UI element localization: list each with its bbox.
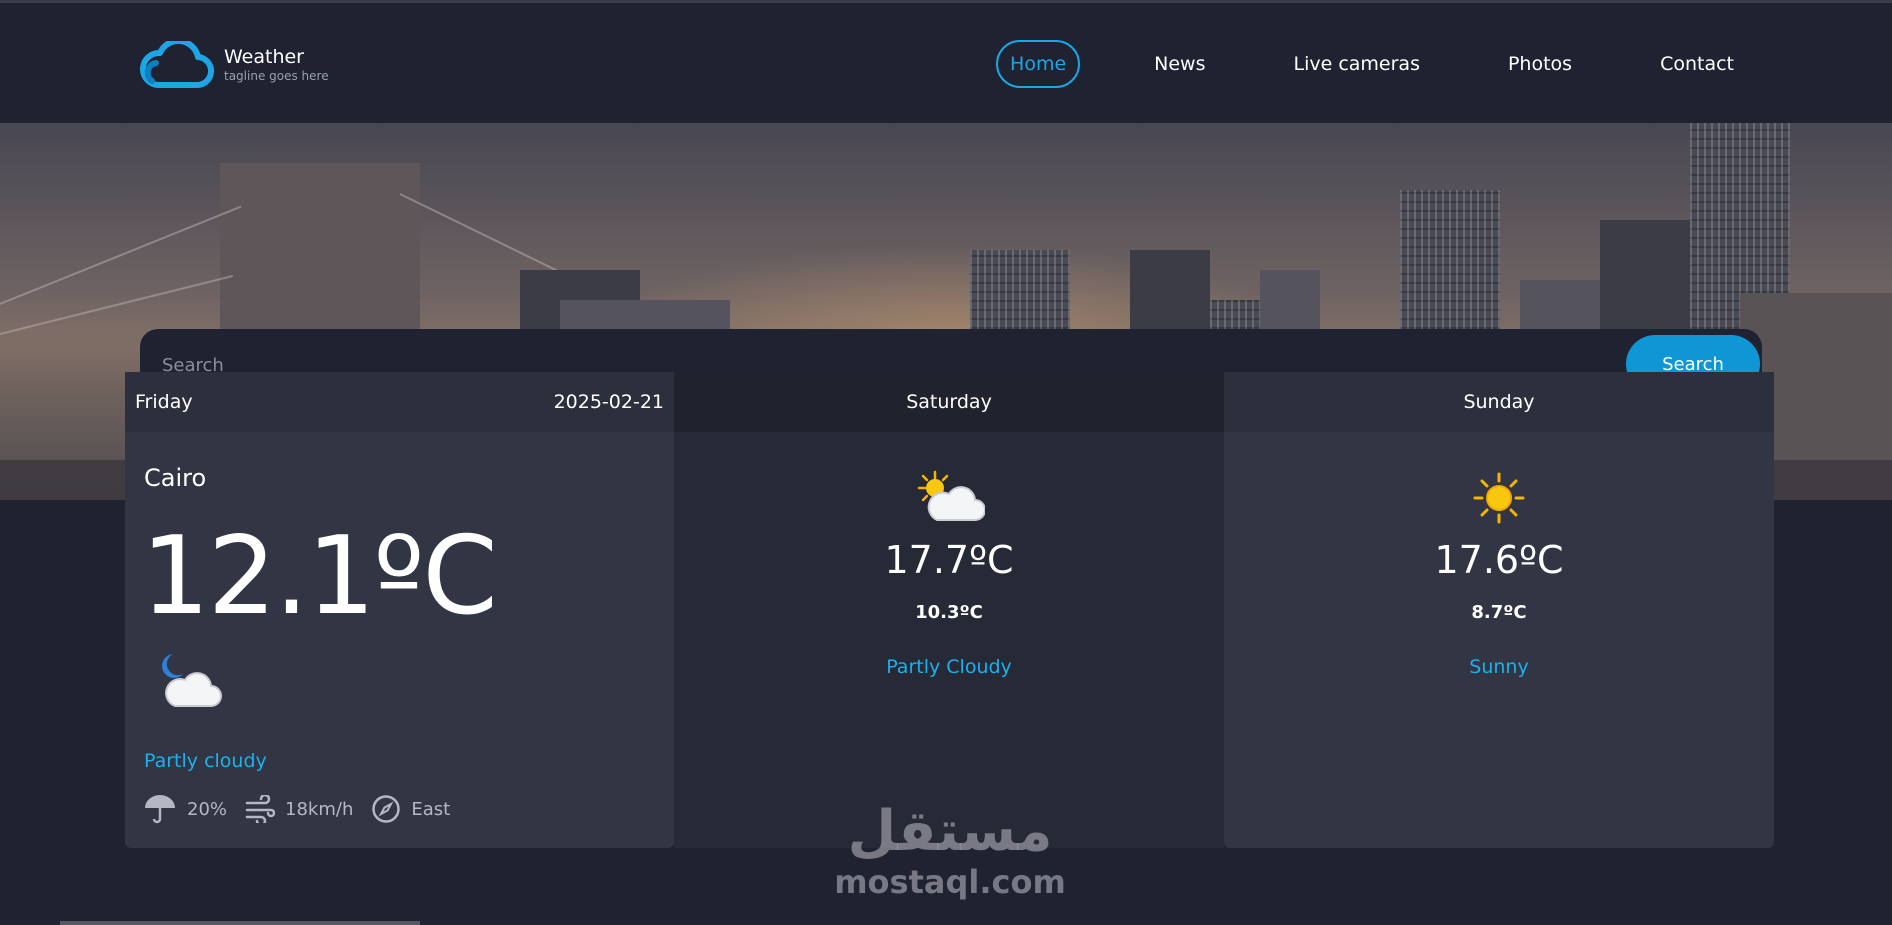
precipitation-stat: 20% (143, 794, 227, 824)
nav-photos[interactable]: Photos (1494, 40, 1586, 88)
forecast-min-temp: 10.3ºC (915, 602, 983, 623)
forecast-max-temp: 17.7ºC (884, 538, 1014, 582)
sun-icon (1473, 472, 1525, 524)
today-date: 2025-02-21 (553, 391, 664, 413)
forecast-condition: Partly Cloudy (886, 656, 1012, 678)
forecast-day-label: Sunday (1224, 372, 1774, 432)
forecast-min-temp: 8.7ºC (1471, 602, 1527, 623)
forecast-day-label: Saturday (674, 372, 1224, 432)
moon-cloud-icon (153, 650, 225, 718)
current-temperature: 12.1ºC (141, 514, 498, 639)
today-card: Friday 2025-02-21 Cairo 12.1ºC Partly cl… (125, 372, 674, 848)
forecast-card-saturday: Saturday 17.7ºC 10.3ºC Partly Cloudy (674, 372, 1224, 848)
city-name: Cairo (144, 464, 207, 492)
scrollbar-thumb[interactable] (60, 921, 420, 925)
wind-icon (245, 795, 276, 823)
wind-speed-stat: 18km/h (245, 795, 353, 823)
forecast-card-sunday: Sunday 17.6ºC 8.7ºC Sunny (1224, 372, 1774, 848)
main-nav: Home News Live cameras Photos Contact (996, 40, 1748, 88)
forecast-condition: Sunny (1469, 656, 1529, 678)
brand-tagline: tagline goes here (224, 69, 329, 83)
nav-contact[interactable]: Contact (1646, 40, 1748, 88)
sun-cloud-icon (917, 470, 985, 521)
nav-live-cameras[interactable]: Live cameras (1279, 40, 1433, 88)
mostaql-watermark: مستقل mostaql.com (820, 799, 1080, 901)
nav-home[interactable]: Home (996, 40, 1081, 88)
cloud-logo-icon (140, 41, 214, 89)
forecast-icon-wrapper (674, 470, 1224, 526)
site-header: Weather tagline goes here Home News Live… (0, 3, 1892, 123)
wind-speed-value: 18km/h (285, 798, 354, 820)
forecast-max-temp: 17.6ºC (1434, 538, 1564, 582)
wind-direction-stat: East (371, 794, 450, 824)
forecast-panel: Friday 2025-02-21 Cairo 12.1ºC Partly cl… (125, 372, 1774, 848)
bridge-cable (0, 274, 234, 335)
precipitation-value: 20% (187, 798, 228, 820)
bridge-cable (0, 205, 242, 305)
compass-icon (372, 795, 401, 823)
today-condition: Partly cloudy (144, 750, 267, 772)
today-stats: 20% 18km/h East (143, 794, 468, 824)
today-day: Friday (135, 391, 193, 413)
watermark-latin: mostaql.com (834, 863, 1066, 901)
brand-title: Weather (224, 46, 304, 68)
nav-news[interactable]: News (1140, 40, 1219, 88)
watermark-arabic: مستقل (847, 799, 1053, 864)
logo[interactable]: Weather tagline goes here (138, 41, 329, 89)
today-card-header: Friday 2025-02-21 (125, 372, 674, 432)
umbrella-icon (145, 795, 175, 824)
forecast-icon-wrapper (1224, 470, 1774, 526)
wind-direction-value: East (411, 798, 451, 820)
